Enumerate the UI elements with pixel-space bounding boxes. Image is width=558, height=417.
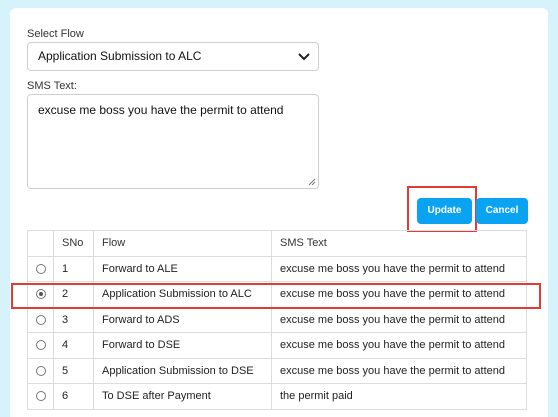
row-sno: 5	[53, 357, 94, 384]
row-select-cell	[27, 255, 54, 282]
row-sno: 6	[53, 383, 94, 410]
row-sno: 3	[53, 306, 94, 333]
row-select-cell	[27, 332, 54, 359]
row-flow: To DSE after Payment	[93, 383, 272, 410]
row-radio-button[interactable]	[35, 391, 46, 402]
table-row[interactable]: 6 To DSE after Payment the permit paid	[27, 383, 527, 410]
flow-select-value: Application Submission to ALC	[38, 49, 202, 63]
row-select-cell	[27, 383, 54, 410]
table-row[interactable]: 4 Forward to DSE excuse me boss you have t…	[27, 332, 527, 359]
row-sms-text: excuse me boss you have the permit to at…	[271, 332, 527, 359]
header-sms-text: SMS Text	[271, 230, 527, 257]
flow-select[interactable]: Application Submission to ALC	[27, 42, 319, 71]
row-radio-button[interactable]	[35, 263, 46, 274]
table-row[interactable]: 5 Application Submission to DSE excuse me …	[27, 357, 527, 384]
chevron-down-icon	[298, 53, 310, 61]
update-button[interactable]: Update	[417, 198, 472, 224]
cancel-button[interactable]: Cancel	[476, 198, 528, 224]
header-select	[27, 230, 54, 257]
row-radio-button[interactable]	[35, 365, 46, 376]
table-header-row: SNo Flow SMS Text	[27, 230, 527, 257]
row-sms-text: the permit paid	[271, 383, 527, 410]
row-radio-button[interactable]	[35, 340, 46, 351]
header-flow: Flow	[93, 230, 272, 257]
table-row[interactable]: 1 Forward to ALE excuse me boss you have t…	[27, 255, 527, 282]
table-row[interactable]: 3 Forward to ADS excuse me boss you have t…	[27, 306, 527, 333]
sms-flow-table: SNo Flow SMS Text 1 Forward to ALE excuse …	[27, 230, 527, 410]
sms-text-label: SMS Text:	[27, 80, 77, 92]
row-sms-text: excuse me boss you have the permit to at…	[271, 357, 527, 384]
row-radio-button[interactable]	[35, 314, 46, 325]
select-flow-label: Select Flow	[27, 28, 84, 40]
sms-text-area[interactable]: excuse me boss you have the permit to at…	[27, 94, 319, 189]
row-sno: 1	[53, 255, 94, 282]
resize-grip-icon[interactable]	[308, 178, 316, 186]
sms-text-value: excuse me boss you have the permit to at…	[38, 103, 284, 117]
row-sno: 4	[53, 332, 94, 359]
header-sno: SNo	[53, 230, 94, 257]
row-select-cell	[27, 306, 54, 333]
row-select-cell	[27, 357, 54, 384]
selected-row-highlight-box	[11, 283, 541, 309]
row-sms-text: excuse me boss you have the permit to at…	[271, 306, 527, 333]
row-flow: Forward to ADS	[93, 306, 272, 333]
row-flow: Application Submission to DSE	[93, 357, 272, 384]
row-flow: Forward to DSE	[93, 332, 272, 359]
row-flow: Forward to ALE	[93, 255, 272, 282]
row-sms-text: excuse me boss you have the permit to at…	[271, 255, 527, 282]
